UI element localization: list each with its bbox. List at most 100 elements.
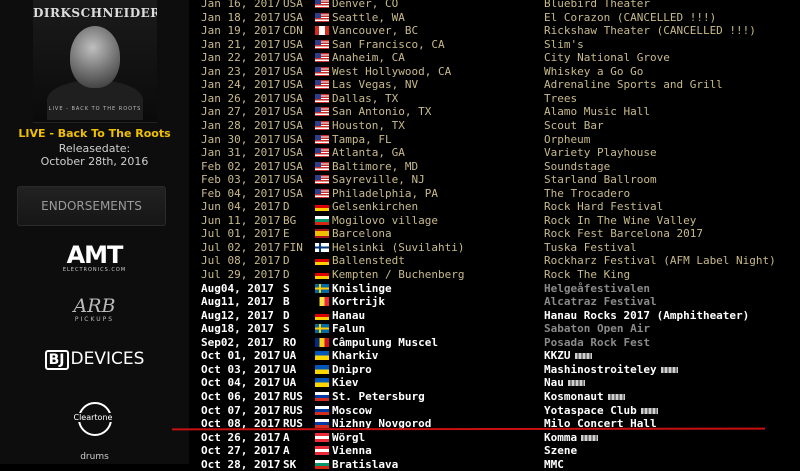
tour-country-code: USA [283, 78, 303, 92]
tour-row: Jul 02, 2017 FIN Helsinki (Suvilahti) Tuska… [189, 241, 800, 255]
tour-country-code: SK [283, 457, 297, 471]
amt-logo[interactable]: AMT ELECTRONICS.COM [0, 243, 189, 273]
tour-date: Jan 16, 2017 [201, 0, 281, 10]
tour-venue-link[interactable]: Mashinostroiteley [544, 363, 678, 377]
tour-row: Aug12, 2017 D Hanau Hanau Rocks 2017 (Amphi… [189, 309, 800, 323]
tour-venue-link[interactable]: Alamo Music Hall [544, 105, 650, 119]
tour-venue-link[interactable]: Variety Playhouse [544, 146, 657, 160]
tour-venue-text: Orpheum [544, 132, 591, 146]
tour-venue-link[interactable]: Alcatraz Festival [544, 295, 657, 309]
tour-city: Knislinge [332, 281, 392, 295]
tour-city: Kiev [332, 376, 359, 390]
tour-venue-link[interactable]: Whiskey a Go Go [544, 65, 643, 79]
tour-venue-link[interactable]: Rock The King [544, 268, 630, 282]
tour-country-code: UA [283, 349, 297, 363]
tour-date: Oct 03, 2017 [201, 362, 281, 376]
tour-city: Câmpulung Muscel [332, 335, 438, 349]
tour-venue-link[interactable]: El Corazon (CANCELLED !!!) [544, 11, 716, 25]
fin-flag-icon [315, 242, 329, 252]
ticket-link-icon[interactable] [574, 353, 592, 360]
tour-venue-link[interactable]: Rock Fest Barcelona 2017 [544, 227, 703, 241]
ticket-link-icon[interactable] [640, 407, 658, 414]
cleartone-logo[interactable]: Cleartone [0, 402, 189, 440]
tour-venue-link[interactable]: Sabaton Open Air [544, 322, 650, 336]
tour-venue-link[interactable]: Tuska Festival [544, 241, 637, 255]
ticket-link-icon[interactable] [581, 434, 599, 441]
tour-venue-link[interactable]: The Trocadero [544, 187, 630, 201]
ro-flag-icon [315, 337, 329, 347]
tour-city: Falun [332, 322, 366, 336]
usa-flag-icon [315, 175, 329, 185]
tour-venue-text: Hanau Rocks 2017 (Amphitheater) [544, 308, 750, 322]
tour-venue-link[interactable]: Starland Ballroom [544, 173, 657, 187]
tour-venue-link[interactable]: Soundstage [544, 160, 610, 174]
tour-venue-link[interactable]: Kosmonaut [544, 390, 625, 404]
tour-venue-text: Alamo Music Hall [544, 105, 650, 119]
usa-flag-icon [315, 53, 329, 63]
tour-venue-link[interactable]: Trees [544, 92, 577, 106]
tour-venue-link[interactable]: Helgeåfestivalen [544, 282, 650, 296]
arb-pickups-logo[interactable]: ARB PICKUPS [0, 297, 189, 324]
a-flag-icon [315, 432, 329, 442]
tour-city: Tampa, FL [332, 132, 392, 146]
bj-devices-logo[interactable]: BJ DEVICES [0, 349, 189, 370]
tour-city: Kempten / Buchenberg [332, 268, 465, 281]
drums-logo[interactable]: drums [0, 452, 189, 462]
release-date-label: Releasedate: [58, 142, 131, 155]
album-cover-image[interactable]: DIRKSCHNEIDER LIVE - BACK TO THE ROOTS [33, 0, 157, 123]
bk-flag-icon [315, 459, 329, 469]
s-flag-icon [315, 283, 329, 293]
tour-city: Kortrijk [332, 295, 385, 309]
ticket-link-icon[interactable] [660, 366, 678, 373]
tour-date: Jan 24, 2017 [201, 78, 281, 92]
tour-country-code: D [283, 254, 290, 268]
tour-date: Oct 06, 2017 [201, 389, 281, 403]
tour-venue-link[interactable]: Rockharz Festival (AFM Label Night) [544, 254, 776, 268]
usa-flag-icon [315, 134, 329, 144]
tour-city: Ballenstedt [332, 254, 405, 268]
tour-date: Oct 01, 2017 [201, 349, 281, 363]
usa-flag-icon [315, 107, 329, 117]
d-flag-icon [315, 270, 329, 279]
tour-venue-text: City National Grove [544, 51, 670, 65]
tour-venue-link[interactable]: Orpheum [544, 133, 590, 147]
tour-venue-link[interactable]: Rock In The Wine Valley [544, 214, 696, 228]
tour-venue-text: Komma [544, 430, 578, 444]
album-title-link[interactable]: LIVE - Back To The Roots [0, 127, 189, 140]
usa-flag-icon [315, 161, 329, 171]
tour-venue-link[interactable]: Adrenaline Sports and Grill [544, 78, 723, 92]
tour-venue-link[interactable]: Rickshaw Theater (CANCELLED !!!) [544, 24, 756, 38]
tour-venue-link[interactable]: Szene [544, 444, 577, 458]
tour-city: Atlanta, GA [332, 146, 405, 160]
b-flag-icon [315, 297, 329, 307]
tour-date: Jun 04, 2017 [201, 200, 281, 214]
ticket-link-icon[interactable] [607, 393, 625, 400]
tour-venue-link[interactable]: Bluebird Theater [544, 0, 650, 11]
tour-row: Jan 28, 2017 USA Houston, TX Scout Bar [189, 119, 800, 133]
tour-date: Jun 11, 2017 [201, 213, 281, 227]
tour-country-code: USA [283, 105, 303, 119]
tour-venue-link[interactable]: Yotaspace Club [544, 404, 658, 418]
tour-venue-text: Rock Hard Festival [544, 200, 664, 214]
usa-flag-icon [315, 148, 329, 158]
tour-country-code: D [283, 308, 290, 322]
tour-city: Moscow [332, 403, 372, 417]
tour-venue-link[interactable]: Posada Rock Fest [544, 336, 650, 350]
endorsements-button[interactable]: ENDORSEMENTS [17, 186, 166, 226]
tour-venue-link[interactable]: Rock Hard Festival [544, 200, 663, 214]
tour-city: Kharkiv [332, 349, 379, 363]
tour-country-code: BG [283, 213, 297, 227]
tour-country-code: USA [283, 173, 303, 187]
tour-venue-link[interactable]: Hanau Rocks 2017 (Amphitheater) [544, 309, 749, 323]
tour-venue-link[interactable]: Slim's [544, 38, 584, 52]
tour-venue-text: Variety Playhouse [544, 146, 657, 160]
tour-venue-link[interactable]: Scout Bar [544, 119, 604, 133]
tour-venue-link[interactable]: KKZU [544, 349, 592, 363]
tour-city: Hanau [332, 308, 366, 322]
tour-venue-link[interactable]: Komma [544, 430, 599, 445]
tour-venue-link[interactable]: Nau [544, 376, 585, 390]
tour-venue-link[interactable]: City National Grove [544, 51, 670, 65]
tour-venue-link[interactable]: MMC [544, 458, 564, 471]
tour-country-code: RUS [283, 389, 303, 403]
ticket-link-icon[interactable] [567, 380, 585, 387]
